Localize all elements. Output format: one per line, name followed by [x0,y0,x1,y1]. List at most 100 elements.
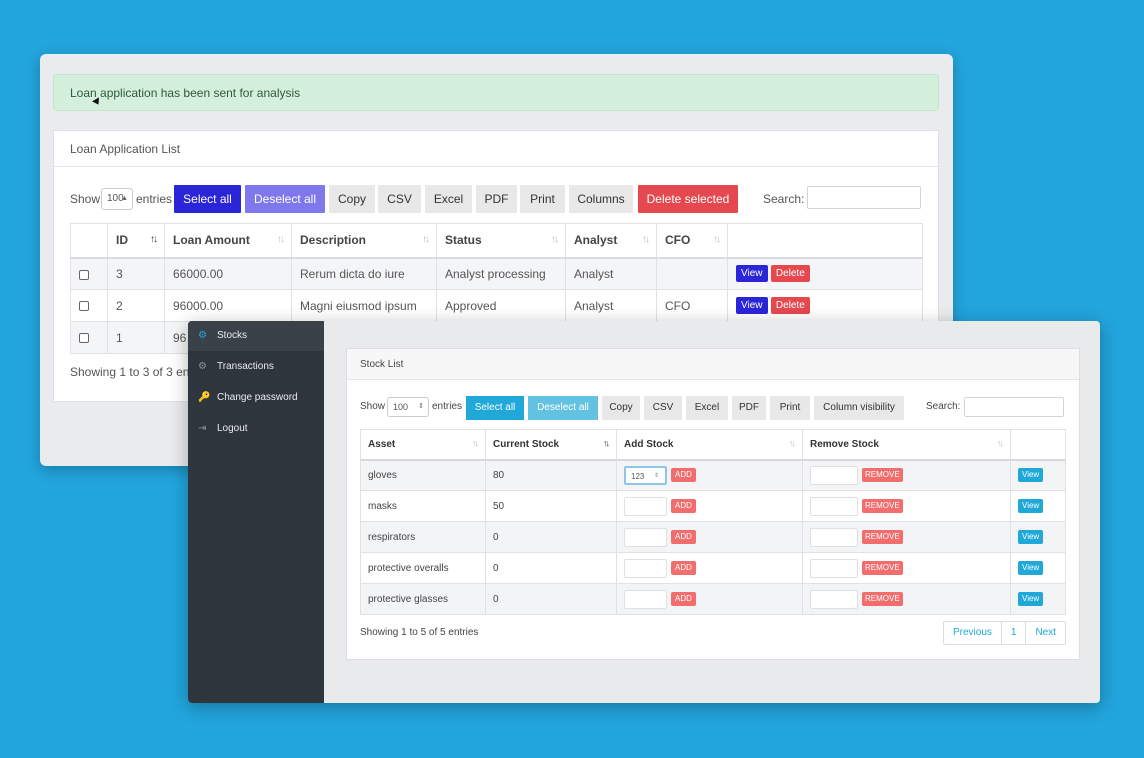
remove-stock-cell: REMOVE [802,490,1011,522]
analyst-cell: Analyst [565,257,657,290]
select-arrows-icon: ▲ [121,195,128,202]
sidebar-item-change-password[interactable]: 🔑 Change password [188,383,324,413]
add-stock-cell: 123 ⇕ ADD [616,459,803,491]
deselect-all-button[interactable]: Deselect all [245,185,325,213]
delete-selected-button[interactable]: Delete selected [638,185,738,213]
entries-select[interactable]: 100 ▲ [101,188,133,210]
delete-button[interactable]: Delete [770,297,810,314]
success-alert: Loan application has been sent for analy… [53,74,939,111]
search-input[interactable] [964,397,1064,417]
column-header-remove-stock[interactable]: Remove Stock ↑↓ [802,429,1011,461]
gears-icon: ⚙ [198,361,207,372]
asset-cell: masks [360,490,486,522]
add-button[interactable]: ADD [671,561,696,575]
stepper-icon[interactable]: ⇕ [654,468,659,485]
select-all-button[interactable]: Select all [466,396,524,420]
select-column-header [70,223,108,259]
amount-cell: 66000.00 [164,257,292,290]
column-header-cfo[interactable]: CFO ↑↓ [656,223,728,259]
description-cell: Rerum dicta do iure [291,257,437,290]
table-row: gloves 80 123 ⇕ ADD REMOVE View [360,459,1066,491]
add-button[interactable]: ADD [671,592,696,606]
print-button[interactable]: Print [770,396,810,420]
column-header-add-stock[interactable]: Add Stock ↑↓ [616,429,803,461]
print-button[interactable]: Print [520,185,565,213]
sort-icon: ↑↓ [551,234,559,245]
page-1-button[interactable]: 1 [1002,622,1027,644]
copy-button[interactable]: Copy [602,396,640,420]
add-stock-input[interactable] [624,496,667,516]
add-button[interactable]: ADD [671,530,696,544]
remove-stock-input[interactable] [810,589,858,609]
select-arrows-icon: ⇕ [418,403,424,410]
excel-button[interactable]: Excel [686,396,728,420]
add-button[interactable]: ADD [671,468,696,483]
remove-button[interactable]: REMOVE [862,499,903,513]
column-header-loan-amount[interactable]: Loan Amount ↑↓ [164,223,292,259]
view-button[interactable]: View [736,265,768,283]
cfo-cell: CFO [656,289,728,322]
column-header-id[interactable]: ID ↑↓ [107,223,165,259]
search-input[interactable] [807,186,921,209]
column-header-asset[interactable]: Asset ↑↓ [360,429,486,461]
sidebar-item-logout[interactable]: ⇥ Logout [188,414,324,444]
previous-page-button[interactable]: Previous [944,622,1002,644]
view-button[interactable]: View [1018,468,1044,483]
table-row: masks 50 ADD REMOVE View [360,490,1066,522]
view-button[interactable]: View [1018,561,1044,575]
add-button[interactable]: ADD [671,499,696,513]
pdf-button[interactable]: PDF [476,185,517,213]
view-button[interactable]: View [1018,530,1044,544]
sidebar-item-transactions[interactable]: ⚙ Transactions [188,352,324,382]
sort-icon: ↑↓ [713,234,721,245]
delete-button[interactable]: Delete [770,265,810,283]
gears-icon: ⚙ [198,330,207,341]
view-button[interactable]: View [1018,499,1044,513]
view-button[interactable]: View [1018,592,1044,606]
columns-button[interactable]: Columns [569,185,633,213]
table-row: respirators 0 ADD REMOVE View [360,521,1066,553]
table-toolbar: Show 100 ⇕ entries Select all Deselect a… [360,396,1068,421]
csv-button[interactable]: CSV [378,185,421,213]
add-stock-input[interactable] [624,589,667,609]
column-header-status[interactable]: Status ↑↓ [436,223,566,259]
next-page-button[interactable]: Next [1026,622,1065,644]
add-stock-input[interactable]: 123 ⇕ [624,465,667,485]
remove-stock-input[interactable] [810,465,858,485]
key-icon: 🔑 [198,392,211,403]
row-checkbox-cell [70,289,108,322]
select-all-button[interactable]: Select all [174,185,241,213]
entries-value: 100 [393,402,409,412]
add-stock-input[interactable] [624,527,667,547]
add-stock-input[interactable] [624,558,667,578]
remove-button[interactable]: REMOVE [862,530,903,544]
add-stock-cell: ADD [616,583,803,615]
column-header-description[interactable]: Description ↑↓ [291,223,437,259]
entries-select[interactable]: 100 ⇕ [387,397,429,417]
deselect-all-button[interactable]: Deselect all [528,396,598,420]
excel-button[interactable]: Excel [425,185,472,213]
remove-stock-input[interactable] [810,496,858,516]
show-label: Show [360,401,386,412]
copy-button[interactable]: Copy [329,185,375,213]
current-stock-cell: 0 [485,521,617,553]
entries-label: entries [136,192,173,206]
id-cell: 2 [107,289,165,322]
sidebar-item-stocks[interactable]: ⚙ Stocks [188,321,324,351]
remove-button[interactable]: REMOVE [862,561,903,575]
column-header-current-stock[interactable]: Current Stock ↑↓ [485,429,617,461]
view-button[interactable]: View [736,297,768,314]
id-cell: 3 [107,257,165,290]
csv-button[interactable]: CSV [644,396,682,420]
column-header-analyst[interactable]: Analyst ↑↓ [565,223,657,259]
remove-stock-input[interactable] [810,527,858,547]
row-checkbox[interactable] [79,269,89,280]
row-checkbox[interactable] [79,301,89,312]
remove-stock-input[interactable] [810,558,858,578]
sidebar-item-label: Change password [217,392,298,403]
row-checkbox[interactable] [79,333,89,344]
remove-button[interactable]: REMOVE [862,592,903,606]
pdf-button[interactable]: PDF [732,396,766,420]
column-visibility-button[interactable]: Column visibility [814,396,904,420]
remove-button[interactable]: REMOVE [862,468,903,483]
